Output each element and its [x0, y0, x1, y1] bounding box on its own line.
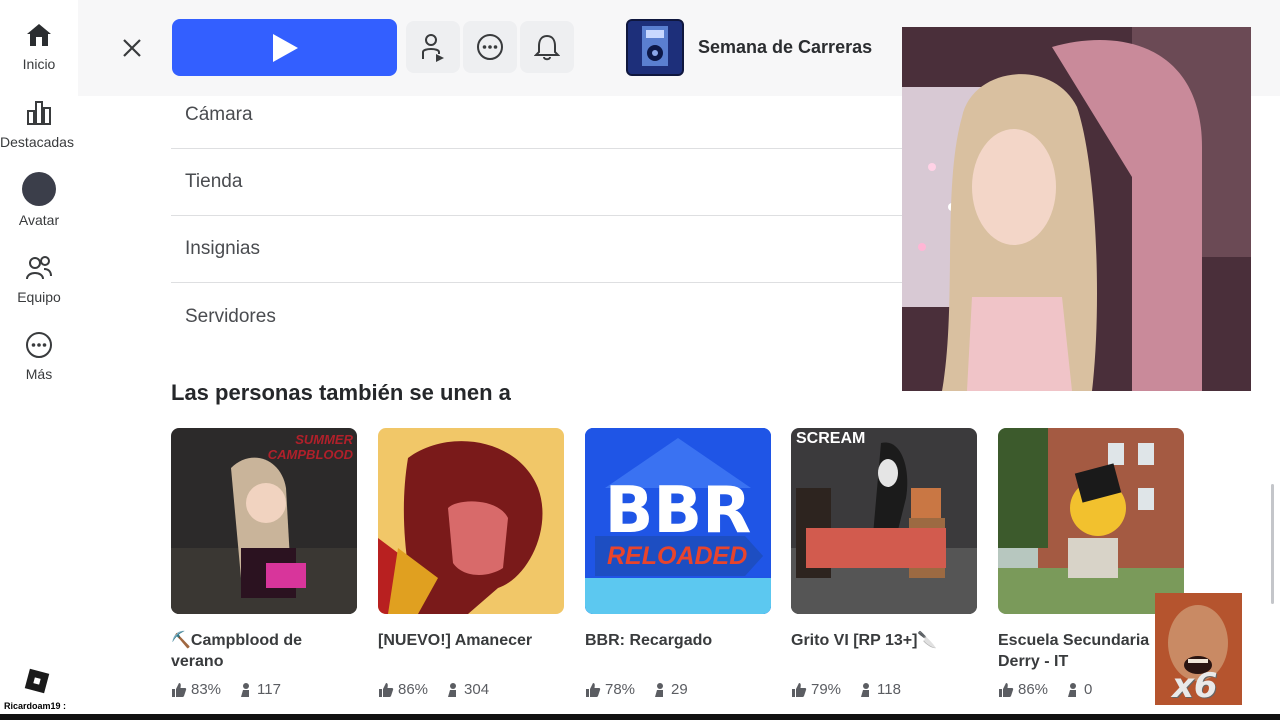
- game-card-rating: 78%: [605, 681, 636, 698]
- game-card-stats: 78% 29: [585, 681, 704, 698]
- menu-item-label: Insignias: [185, 238, 260, 259]
- players-icon: [655, 682, 664, 697]
- nav-item-charts[interactable]: Destacadas: [0, 98, 78, 150]
- menu-item-servers[interactable]: Servidores: [171, 283, 911, 350]
- people-icon: [24, 253, 54, 283]
- thumbs-up-icon: [379, 682, 394, 697]
- close-icon[interactable]: [120, 36, 144, 60]
- game-card-thumbnail: [378, 428, 564, 614]
- home-icon: [24, 20, 54, 50]
- game-card-thumbnail: [998, 428, 1184, 614]
- meme-multiplier-label: x6: [1172, 666, 1218, 706]
- game-card-thumbnail: BBR RELOADED: [585, 428, 771, 614]
- game-card-players: 304: [464, 681, 490, 698]
- nav-label-team: Equipo: [17, 289, 61, 305]
- game-card-players: 29: [671, 681, 688, 698]
- avatar: [22, 172, 56, 206]
- game-card-thumb-text: SCREAM: [796, 430, 866, 447]
- menu-item-camera[interactable]: Cámara: [171, 82, 911, 149]
- players-icon: [448, 682, 457, 697]
- person-join-icon: [422, 34, 444, 62]
- thumbs-up-icon: [172, 682, 187, 697]
- thumbs-up-icon: [999, 682, 1014, 697]
- menu-item-label: Tienda: [185, 171, 243, 192]
- nav-item-team[interactable]: Equipo: [0, 253, 78, 305]
- bottom-strip: [0, 714, 1280, 720]
- thumbs-up-icon: [792, 682, 807, 697]
- play-button[interactable]: [172, 19, 397, 76]
- players-icon: [241, 682, 250, 697]
- game-card[interactable]: [NUEVO!] Amanecer 86% 304: [378, 428, 564, 698]
- notifications-button[interactable]: [520, 21, 574, 73]
- section-title: Las personas también se unen a: [171, 380, 511, 405]
- game-card-stats: 79% 118: [791, 681, 917, 698]
- game-title: Semana de Carreras: [698, 37, 873, 57]
- game-card-thumbnail: SCREAM: [791, 428, 977, 614]
- game-card-players: 0: [1084, 681, 1093, 698]
- page: Inicio Destacadas Avatar Equipo Más Rica…: [0, 0, 1280, 720]
- game-card-players: 118: [877, 681, 901, 698]
- game-card-name: ⛏️Campblood de verano: [171, 632, 303, 670]
- bell-icon: [534, 34, 560, 61]
- game-card-rating: 86%: [1018, 681, 1049, 698]
- game-card-name: [NUEVO!] Amanecer: [378, 632, 533, 649]
- nav-item-more[interactable]: Más: [0, 330, 78, 382]
- game-card-thumb-subtext: RELOADED: [607, 542, 748, 570]
- menu-item-store[interactable]: Tienda: [171, 149, 911, 216]
- menu-item-label: Servidores: [185, 305, 276, 327]
- webcam-overlay: [902, 27, 1251, 391]
- nav-item-avatar[interactable]: Avatar: [0, 172, 78, 228]
- game-card-rating: 86%: [398, 681, 429, 698]
- nav-label-home: Inicio: [22, 56, 56, 72]
- nav-label-avatar: Avatar: [18, 212, 60, 228]
- game-card-stats: 86% 0: [998, 681, 1108, 698]
- game-card-name: Grito VI [RP 13+]🔪: [791, 632, 938, 649]
- game-card-thumb-text: SUMMER CAMPBLOOD: [267, 432, 353, 462]
- left-nav-rail: Inicio Destacadas Avatar Equipo Más Rica…: [0, 0, 78, 720]
- menu-item-label: Cámara: [185, 104, 253, 125]
- join-friend-button[interactable]: [406, 21, 460, 73]
- game-card-thumb-text: BBR: [604, 474, 752, 548]
- more-icon: [24, 330, 54, 360]
- game-card-rating: 83%: [191, 681, 222, 698]
- chat-username: Ricardoam19 :: [4, 701, 67, 711]
- nav-label-more: Más: [25, 366, 53, 382]
- game-thumbnail[interactable]: [626, 19, 684, 76]
- ellipsis-icon: [477, 34, 503, 60]
- menu-item-badges[interactable]: Insignias: [171, 216, 911, 283]
- game-card-name: BBR: Recargado: [585, 632, 713, 649]
- roblox-logo-icon[interactable]: [24, 668, 50, 694]
- bar-chart-icon: [24, 98, 54, 128]
- more-options-button[interactable]: [463, 21, 517, 73]
- game-card-players: 117: [257, 681, 281, 698]
- game-card[interactable]: BBR RELOADED BBR: Recargado 78% 29: [585, 428, 771, 698]
- game-card-stats: 83% 117: [171, 681, 297, 698]
- players-icon: [1068, 682, 1077, 697]
- game-card-stats: 86% 304: [378, 681, 505, 698]
- game-card[interactable]: SCREAM Grito VI [RP 13+]🔪 79% 118: [791, 428, 977, 698]
- play-icon: [272, 33, 298, 62]
- scrollbar[interactable]: [1271, 484, 1274, 604]
- nav-item-home[interactable]: Inicio: [0, 20, 78, 72]
- players-icon: [861, 682, 870, 697]
- game-card[interactable]: SUMMER CAMPBLOOD ⛏️Campblood de verano 8…: [171, 428, 357, 698]
- game-card-thumbnail: SUMMER CAMPBLOOD: [171, 428, 357, 614]
- thumbs-up-icon: [586, 682, 601, 697]
- nav-label-charts: Destacadas: [0, 134, 74, 150]
- game-card-rating: 79%: [811, 681, 842, 698]
